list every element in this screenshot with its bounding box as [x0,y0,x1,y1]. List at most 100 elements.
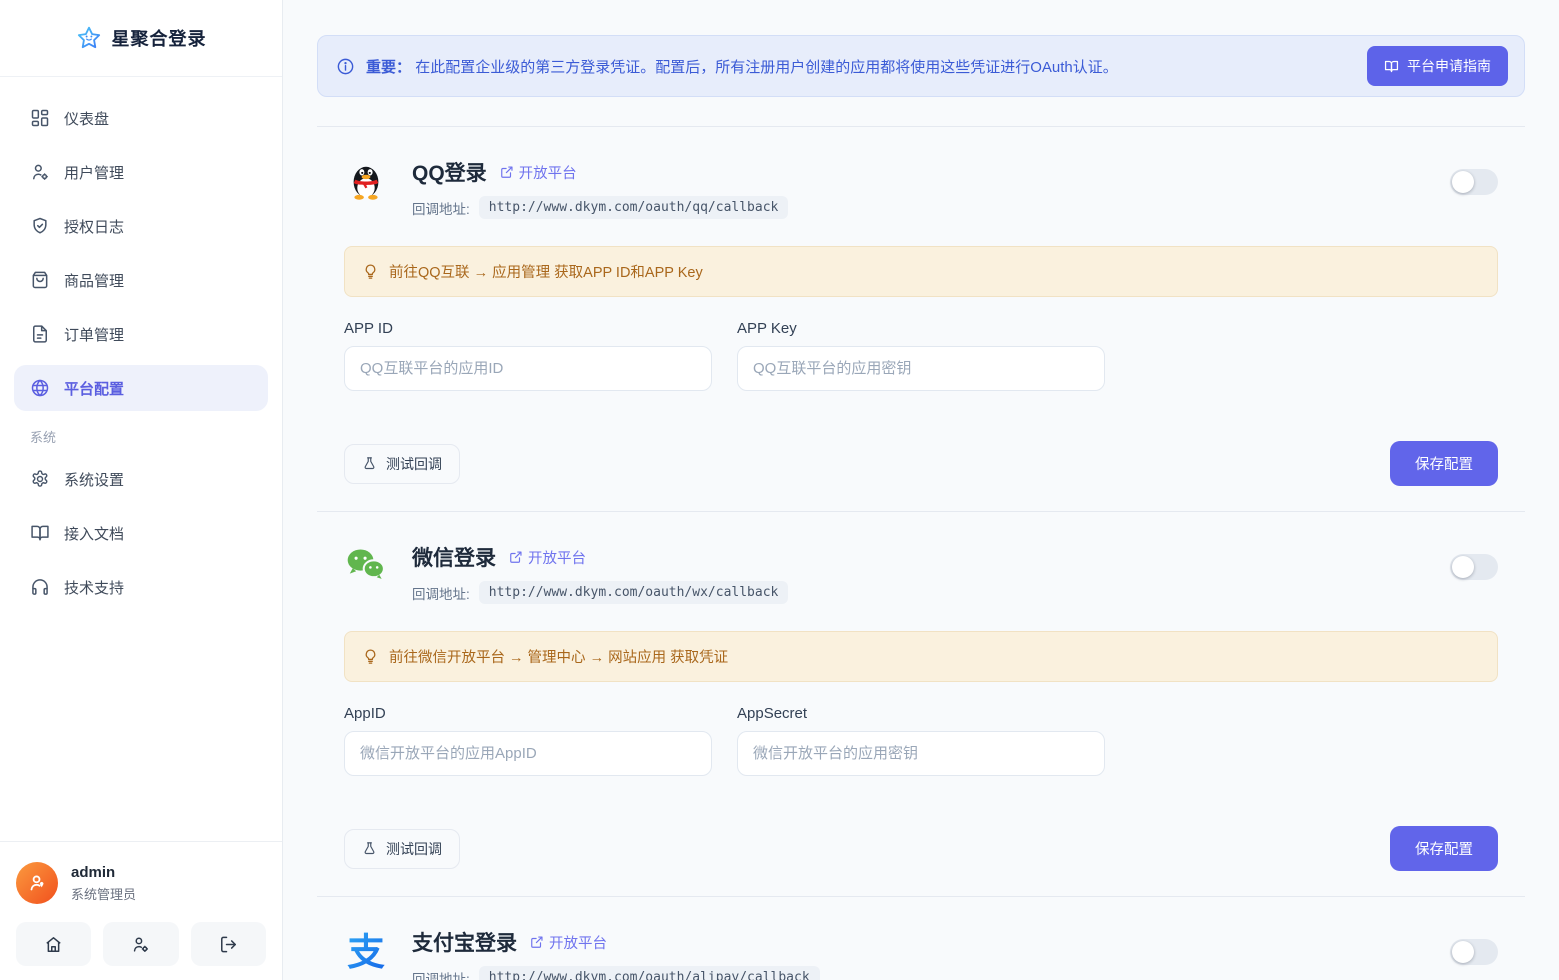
alipay-open-platform-link[interactable]: 开放平台 [530,932,607,953]
sidebar-item-dashboard[interactable]: 仪表盘 [14,95,268,141]
sidebar-item-label: 技术支持 [64,577,124,598]
sidebar-item-products[interactable]: 商品管理 [14,257,268,303]
svg-text:支: 支 [347,930,385,973]
book-icon [1384,59,1399,74]
wechat-enable-toggle[interactable] [1450,554,1498,580]
user-settings-icon [30,162,50,182]
qq-test-callback-button[interactable]: 测试回调 [344,444,460,484]
test-button-label: 测试回调 [386,454,442,474]
field-label: APP ID [344,320,712,337]
sidebar-item-docs[interactable]: 接入文档 [14,510,268,556]
sidebar-item-label: 订单管理 [64,324,124,345]
home-icon [44,935,63,954]
alipay-icon: 支 [344,929,388,973]
platform-title: QQ登录 [412,157,487,187]
external-link-icon [530,935,544,949]
star-logo-icon [76,25,102,51]
info-circle-icon [336,57,355,76]
platform-section-alipay: 支 支付宝登录 开放平台 回调地址: ht [317,897,1525,980]
wechat-tip-bar: 前往微信开放平台 → 管理中心 → 网站应用 获取凭证 [344,631,1498,682]
globe-icon [30,378,50,398]
field-label: APP Key [737,320,1105,337]
callback-url: http://www.dkym.com/oauth/qq/callback [479,196,789,219]
banner-bold-text: 重要： [366,59,411,76]
tip-text: 前往微信开放平台 → 管理中心 → 网站应用 获取凭证 [389,646,728,667]
user-actions [16,922,266,966]
callback-label: 回调地址: [412,198,470,218]
callback-url: http://www.dkym.com/oauth/alipay/callbac… [479,966,820,980]
shopping-bag-icon [30,270,50,290]
sidebar-item-orders[interactable]: 订单管理 [14,311,268,357]
home-button[interactable] [16,922,91,966]
info-banner: 重要： 在此配置企业级的第三方登录凭证。配置后，所有注册用户创建的应用都将使用这… [317,35,1525,97]
sidebar-item-label: 系统设置 [64,469,124,490]
guide-button-label: 平台申请指南 [1407,56,1491,76]
qq-tip-bar: 前往QQ互联 → 应用管理 获取APP ID和APP Key [344,246,1498,297]
platform-title: 支付宝登录 [412,927,517,957]
callback-url: http://www.dkym.com/oauth/wx/callback [479,581,789,604]
app-title: 星聚合登录 [112,25,207,51]
platform-link-label: 开放平台 [519,162,577,183]
wechat-test-callback-button[interactable]: 测试回调 [344,829,460,869]
shield-check-icon [30,216,50,236]
platform-title: 微信登录 [412,542,496,572]
sidebar-item-auth-logs[interactable]: 授权日志 [14,203,268,249]
callback-label: 回调地址: [412,968,470,980]
qq-appid-input[interactable] [344,346,712,391]
sidebar-item-platform-config[interactable]: 平台配置 [14,365,268,411]
qq-appid-field: APP ID [344,320,712,391]
wechat-appid-field: AppID [344,705,712,776]
platform-section-wechat: 微信登录 开放平台 回调地址: http://www.dkym.com/oaut… [317,512,1525,896]
external-link-icon [509,550,523,564]
qq-appkey-input[interactable] [737,346,1105,391]
test-button-label: 测试回调 [386,839,442,859]
platform-guide-button[interactable]: 平台申请指南 [1367,46,1508,86]
field-label: AppID [344,705,712,722]
platform-link-label: 开放平台 [549,932,607,953]
wechat-appsecret-field: AppSecret [737,705,1105,776]
toggle-knob [1452,556,1474,578]
sidebar-section-label: 系统 [14,427,268,446]
book-icon [30,523,50,543]
toggle-knob [1452,171,1474,193]
qq-open-platform-link[interactable]: 开放平台 [500,162,577,183]
wechat-appsecret-input[interactable] [737,731,1105,776]
sidebar-user-block: admin 系统管理员 [0,841,282,980]
wechat-appid-input[interactable] [344,731,712,776]
user-text: admin 系统管理员 [71,864,136,903]
field-label: AppSecret [737,705,1105,722]
sidebar: 星聚合登录 仪表盘 用户管理 授权日志 商品管理 订单管理 [0,0,283,980]
profile-settings-button[interactable] [103,922,178,966]
gear-icon [30,469,50,489]
document-icon [30,324,50,344]
sidebar-item-label: 用户管理 [64,162,124,183]
sidebar-item-users[interactable]: 用户管理 [14,149,268,195]
banner-text: 在此配置企业级的第三方登录凭证。配置后，所有注册用户创建的应用都将使用这些凭证进… [415,59,1118,76]
toggle-knob [1452,941,1474,963]
sidebar-item-label: 接入文档 [64,523,124,544]
wechat-icon [344,544,388,588]
wechat-save-config-button[interactable]: 保存配置 [1390,826,1498,871]
logout-icon [219,935,238,954]
tip-text: 前往QQ互联 → 应用管理 获取APP ID和APP Key [389,261,703,282]
main-content: 重要： 在此配置企业级的第三方登录凭证。配置后，所有注册用户创建的应用都将使用这… [283,0,1559,980]
flask-icon [362,841,377,856]
sidebar-item-system-settings[interactable]: 系统设置 [14,456,268,502]
sidebar-item-label: 平台配置 [64,378,124,399]
sidebar-item-support[interactable]: 技术支持 [14,564,268,610]
dashboard-icon [30,108,50,128]
alipay-enable-toggle[interactable] [1450,939,1498,965]
callback-label: 回调地址: [412,583,470,603]
platform-section-qq: QQ登录 开放平台 回调地址: http://www.dkym.com/oaut… [317,127,1525,511]
app-logo: 星聚合登录 [0,0,282,77]
logout-button[interactable] [191,922,266,966]
banner-message: 重要： 在此配置企业级的第三方登录凭证。配置后，所有注册用户创建的应用都将使用这… [336,56,1118,77]
sidebar-menu: 仪表盘 用户管理 授权日志 商品管理 订单管理 平台配置 系统 [0,77,282,618]
qq-save-config-button[interactable]: 保存配置 [1390,441,1498,486]
user-settings-icon [131,935,150,954]
wechat-open-platform-link[interactable]: 开放平台 [509,547,586,568]
headphones-icon [30,577,50,597]
avatar [16,862,58,904]
qq-enable-toggle[interactable] [1450,169,1498,195]
user-info: admin 系统管理员 [16,862,266,904]
